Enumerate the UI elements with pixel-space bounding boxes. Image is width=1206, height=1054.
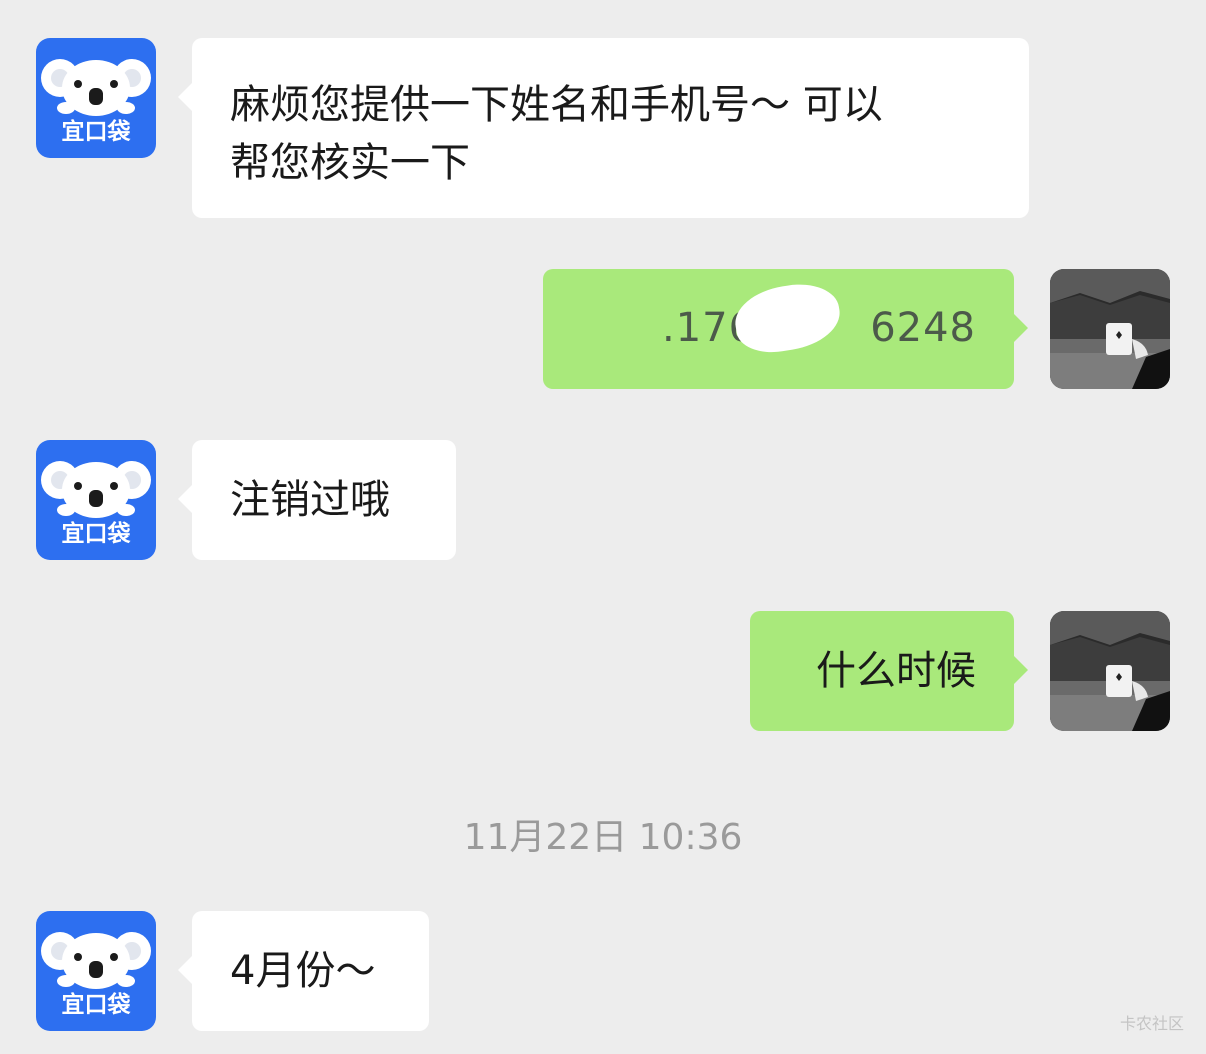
message-text-line: 麻烦您提供一下姓名和手机号～ 可以: [230, 82, 883, 128]
avatar-brand-text: 宜口袋: [62, 991, 132, 1018]
contact-avatar[interactable]: 宜口袋: [36, 440, 156, 560]
incoming-message-bubble[interactable]: 注销过哦: [178, 440, 456, 560]
incoming-message-bubble[interactable]: 麻烦您提供一下姓名和手机号～ 可以 帮您核实一下: [178, 38, 1029, 218]
contact-avatar[interactable]: 宜口袋: [36, 911, 156, 1031]
user-photo-icon: [1050, 611, 1170, 731]
avatar-brand-text: 宜口袋: [62, 118, 132, 145]
contact-avatar[interactable]: 宜口袋: [36, 38, 156, 158]
message-text-line: 帮您核实一下: [230, 140, 470, 186]
outgoing-message-bubble[interactable]: 什么时候: [750, 611, 1028, 731]
koala-logo-icon: 宜口袋: [36, 38, 156, 158]
koala-logo-icon: 宜口袋: [36, 440, 156, 560]
koala-logo-icon: 宜口袋: [36, 911, 156, 1031]
phone-number-end: 6248: [870, 305, 976, 351]
user-photo-icon: [1050, 269, 1170, 389]
incoming-message-bubble[interactable]: 4月份～: [178, 911, 429, 1031]
message-text: 4月份～: [230, 948, 376, 994]
message-text: 什么时候: [816, 648, 976, 694]
message-text: 注销过哦: [230, 477, 390, 523]
user-avatar[interactable]: [1050, 269, 1170, 389]
avatar-brand-text: 宜口袋: [62, 520, 132, 547]
user-avatar[interactable]: [1050, 611, 1170, 731]
watermark: 卡农社区: [1119, 1014, 1184, 1033]
chat-timestamp: 11月22日 10:36: [463, 817, 743, 858]
